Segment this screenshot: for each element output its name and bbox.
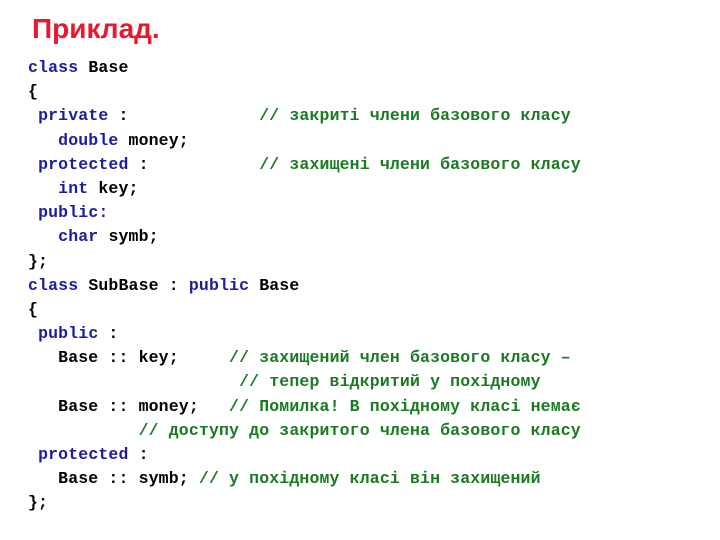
code-token: : — [128, 154, 260, 174]
code-line: protected : — [28, 443, 581, 467]
code-token: key; — [98, 178, 139, 198]
code-token: private — [38, 106, 109, 126]
code-line: // доступу до закритого члена базового к… — [28, 419, 581, 443]
code-token: protected — [38, 154, 129, 174]
code-listing: class Base{ private : // закриті члени б… — [28, 56, 581, 516]
code-token: : — [128, 445, 149, 464]
page-title: Приклад. — [32, 13, 160, 44]
code-line: Base :: symb; // у похідному класі він з… — [28, 467, 581, 491]
code-token: public — [38, 324, 99, 344]
code-line: // тепер відкритий у похідному — [28, 370, 581, 394]
code-token: symb; — [108, 227, 159, 247]
code-token: Base — [88, 58, 129, 77]
code-token: // Помилка! В похідному класі немає — [229, 396, 581, 416]
code-token: // у похідному класі він захищений — [198, 469, 541, 489]
code-line: class Base — [28, 56, 581, 80]
code-token: Base :: symb; — [28, 469, 199, 489]
code-line: double money; — [28, 129, 581, 153]
code-line: }; — [28, 250, 581, 274]
code-token: Base :: money; — [28, 396, 230, 416]
code-token: // тепер відкритий у похідному — [239, 372, 541, 392]
code-token: SubBase : — [78, 275, 189, 295]
code-line: }; — [28, 491, 581, 515]
code-token: // доступу до закритого члена базового к… — [138, 420, 581, 440]
code-token: // закриті члени базового класу — [259, 106, 571, 126]
code-token: public: — [38, 203, 109, 223]
code-line: class SubBase : public Base — [28, 274, 581, 298]
slide-canvas: Приклад. class Base{ private : // закрит… — [0, 0, 720, 540]
code-token: protected — [38, 445, 129, 464]
code-line: { — [28, 80, 581, 104]
code-line: public : — [28, 322, 581, 346]
code-token: class — [28, 58, 79, 77]
code-token: Base — [249, 275, 300, 295]
code-token: double — [58, 130, 119, 150]
code-token: // захищений член базового класу – — [229, 348, 571, 368]
code-token: int — [58, 178, 89, 198]
code-token: { — [28, 299, 39, 319]
code-line: int key; — [28, 177, 581, 201]
code-token: : — [108, 106, 260, 126]
code-line: Base :: key; // захищений член базового … — [28, 346, 581, 370]
code-token: money; — [128, 130, 189, 150]
code-token: public — [188, 275, 250, 295]
code-token: : — [98, 324, 119, 344]
code-line: private : // закриті члени базового клас… — [28, 104, 581, 128]
code-line: char symb; — [28, 225, 581, 249]
code-line: public: — [28, 201, 581, 225]
code-token: { — [28, 82, 39, 102]
code-token: }; — [28, 251, 49, 271]
code-line: { — [28, 298, 581, 322]
code-line: Base :: money; // Помилка! В похідному к… — [28, 395, 581, 419]
code-token: char — [58, 227, 99, 247]
code-token: class — [28, 275, 79, 295]
code-token: // захищені члени базового класу — [259, 154, 581, 174]
code-token: Base :: key; — [28, 348, 230, 368]
code-token: }; — [28, 493, 49, 513]
code-line: protected : // захищені члени базового к… — [28, 153, 581, 177]
